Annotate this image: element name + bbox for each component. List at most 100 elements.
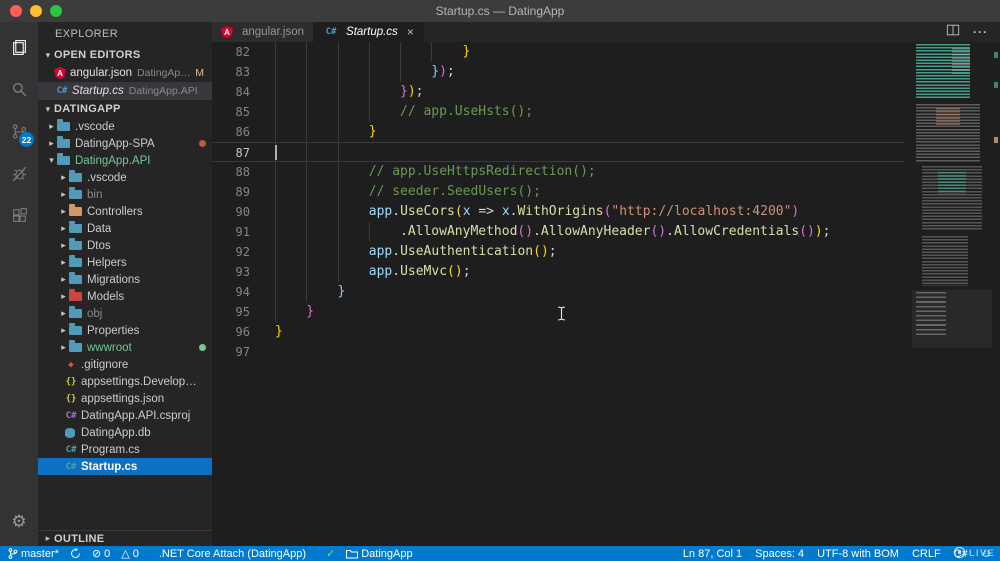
status-task-status[interactable]: ✓: [326, 547, 335, 560]
line-number: 83: [235, 65, 250, 79]
status-eol[interactable]: CRLF: [912, 548, 941, 560]
outline-header-label: OUTLINE: [54, 532, 105, 545]
open-editor-startup.cs[interactable]: C# Startup.cs DatingApp.API: [38, 82, 212, 100]
status-sync[interactable]: [70, 548, 81, 559]
tree-item-bin[interactable]: ▸ bin: [38, 186, 212, 203]
line-number: 87: [235, 146, 250, 160]
code-line-89[interactable]: 89 // seeder.SeedUsers();: [212, 182, 905, 202]
tree-item-datingapp.api[interactable]: ▾ DatingApp.API: [38, 152, 212, 169]
open-editor-detail: DatingApp...: [137, 67, 192, 79]
status-debug-configuration[interactable]: .NET Core Attach (DatingApp): [159, 548, 306, 560]
open-editor-angular.json[interactable]: Aangular.json DatingApp... M: [38, 64, 212, 82]
chevron-right-icon: ▸: [61, 257, 66, 267]
csharp-icon: C#: [56, 86, 68, 96]
close-icon[interactable]: ×: [407, 25, 414, 39]
line-text: [275, 342, 905, 362]
tab-angular.json[interactable]: Aangular.json: [212, 22, 315, 42]
code-line-86[interactable]: 86}: [212, 122, 905, 142]
status-git-branch[interactable]: master*: [8, 547, 59, 560]
tree-item-.gitignore[interactable]: ◆ .gitignore: [38, 356, 212, 373]
code-line-91[interactable]: 91 .AllowAnyMethod().AllowAnyHeader().All…: [212, 222, 905, 242]
tree-item-label: Properties: [87, 324, 140, 337]
folder-icon: [69, 221, 82, 233]
csharp-icon: C#: [325, 27, 337, 37]
status-cursor-position[interactable]: Ln 87, Col 1: [683, 548, 742, 560]
tree-item-data[interactable]: ▸ Data: [38, 220, 212, 237]
section-project[interactable]: ▾ DATINGAPP: [38, 100, 212, 118]
tree-item-.vscode[interactable]: ▸ .vscode: [38, 118, 212, 135]
status-workspace-folder[interactable]: DatingApp: [346, 548, 413, 560]
minimize-window-button[interactable]: [30, 5, 42, 17]
code-line-97[interactable]: 97: [212, 342, 905, 362]
change-indicator-dot: [199, 140, 206, 147]
tree-item-datingapp-spa[interactable]: ▸ DatingApp-SPA: [38, 135, 212, 152]
code-line-90[interactable]: 90 app.UseCors(x => x.WithOrigins("http:/…: [212, 202, 905, 222]
folder-icon: [69, 255, 82, 267]
tab-startup.cs[interactable]: C# Startup.cs ×: [314, 22, 424, 42]
status-problems-warnings[interactable]: △ 0: [121, 547, 139, 561]
chevron-right-icon: ▸: [49, 138, 54, 148]
tree-item-label: .vscode: [75, 120, 115, 133]
line-text: }: [275, 122, 905, 142]
folder-icon: [57, 153, 70, 165]
code-line-82[interactable]: 82}: [212, 42, 905, 62]
status-problems-errors[interactable]: ⊘ 0: [92, 547, 110, 561]
chevron-down-icon: ▾: [45, 49, 51, 60]
minimap[interactable]: [912, 42, 992, 362]
tree-item-obj[interactable]: ▸ obj: [38, 305, 212, 322]
activity-debug-icon[interactable]: [0, 152, 38, 194]
tree-item-datingapp.api.csproj[interactable]: C# DatingApp.API.csproj: [38, 407, 212, 424]
tree-item-label: Models: [87, 290, 125, 303]
zoom-window-button[interactable]: [50, 5, 62, 17]
chevron-down-icon: ▾: [49, 155, 54, 165]
section-outline[interactable]: ▸ OUTLINE: [38, 530, 212, 546]
project-file-tree: ▸ .vscode ▸ DatingApp-SPA ▾ DatingApp.API ▸ .vs…: [38, 118, 212, 475]
section-open-editors[interactable]: ▾ OPEN EDITORS: [38, 46, 212, 64]
line-number: 94: [235, 285, 250, 299]
tree-item-datingapp.db[interactable]: DatingApp.db: [38, 424, 212, 441]
code-line-83[interactable]: 83});: [212, 62, 905, 82]
chevron-right-icon: ▸: [61, 342, 66, 352]
code-line-84[interactable]: 84});: [212, 82, 905, 102]
settings-gear-icon[interactable]: ⚙: [0, 504, 38, 540]
tree-item-startup.cs[interactable]: C# Startup.cs: [38, 458, 212, 475]
editor-pane[interactable]: 82} 83}); 84}); 85// app.UseHsts(); 86} 87 88/…: [212, 42, 1000, 546]
close-window-button[interactable]: [10, 5, 22, 17]
activity-search-icon[interactable]: [0, 68, 38, 110]
split-editor-icon[interactable]: [946, 23, 960, 42]
activity-source-control-icon[interactable]: 22: [0, 110, 38, 152]
tree-item-appsettings.developme...[interactable]: {} appsettings.Developme...: [38, 373, 212, 390]
watermark-logo-icon: [953, 546, 966, 559]
status-encoding[interactable]: UTF-8 with BOM: [817, 548, 899, 560]
db-icon: [65, 427, 75, 438]
code-line-85[interactable]: 85 // app.UseHsts();: [212, 102, 905, 122]
tree-item-program.cs[interactable]: C# Program.cs: [38, 441, 212, 458]
scrollbar[interactable]: [992, 42, 1000, 546]
code-line-93[interactable]: 93 app.UseMvc();: [212, 262, 905, 282]
activity-extensions-icon[interactable]: [0, 194, 38, 236]
tab-bar: Aangular.json C# Startup.cs × ···: [212, 22, 1000, 42]
tree-item-controllers[interactable]: ▸ Controllers: [38, 203, 212, 220]
tree-item-properties[interactable]: ▸ Properties: [38, 322, 212, 339]
tree-item-models[interactable]: ▸ Models: [38, 288, 212, 305]
tree-item-appsettings.json[interactable]: {} appsettings.json: [38, 390, 212, 407]
status-indentation[interactable]: Spaces: 4: [755, 548, 804, 560]
chevron-right-icon: ▸: [61, 223, 66, 233]
tree-item-wwwroot[interactable]: ▸ wwwroot: [38, 339, 212, 356]
code-line-94[interactable]: 94}: [212, 282, 905, 302]
line-text: [275, 143, 905, 161]
more-actions-icon[interactable]: ···: [973, 25, 988, 39]
folder-icon: [69, 170, 82, 182]
tree-item-migrations[interactable]: ▸ Migrations: [38, 271, 212, 288]
code-line-88[interactable]: 88 // app.UseHttpsRedirection();: [212, 162, 905, 182]
titlebar: Startup.cs — DatingApp: [0, 0, 1000, 22]
tree-item-dtos[interactable]: ▸ Dtos: [38, 237, 212, 254]
code-line-92[interactable]: 92 app.UseAuthentication();: [212, 242, 905, 262]
tree-item-label: Helpers: [87, 256, 127, 269]
line-number: 82: [235, 45, 250, 59]
tree-item-helpers[interactable]: ▸ Helpers: [38, 254, 212, 271]
activity-explorer-icon[interactable]: [0, 26, 38, 68]
tree-item-.vscode[interactable]: ▸ .vscode: [38, 169, 212, 186]
code-line-87[interactable]: 87: [212, 142, 905, 162]
line-text: // seeder.SeedUsers();: [275, 182, 905, 202]
